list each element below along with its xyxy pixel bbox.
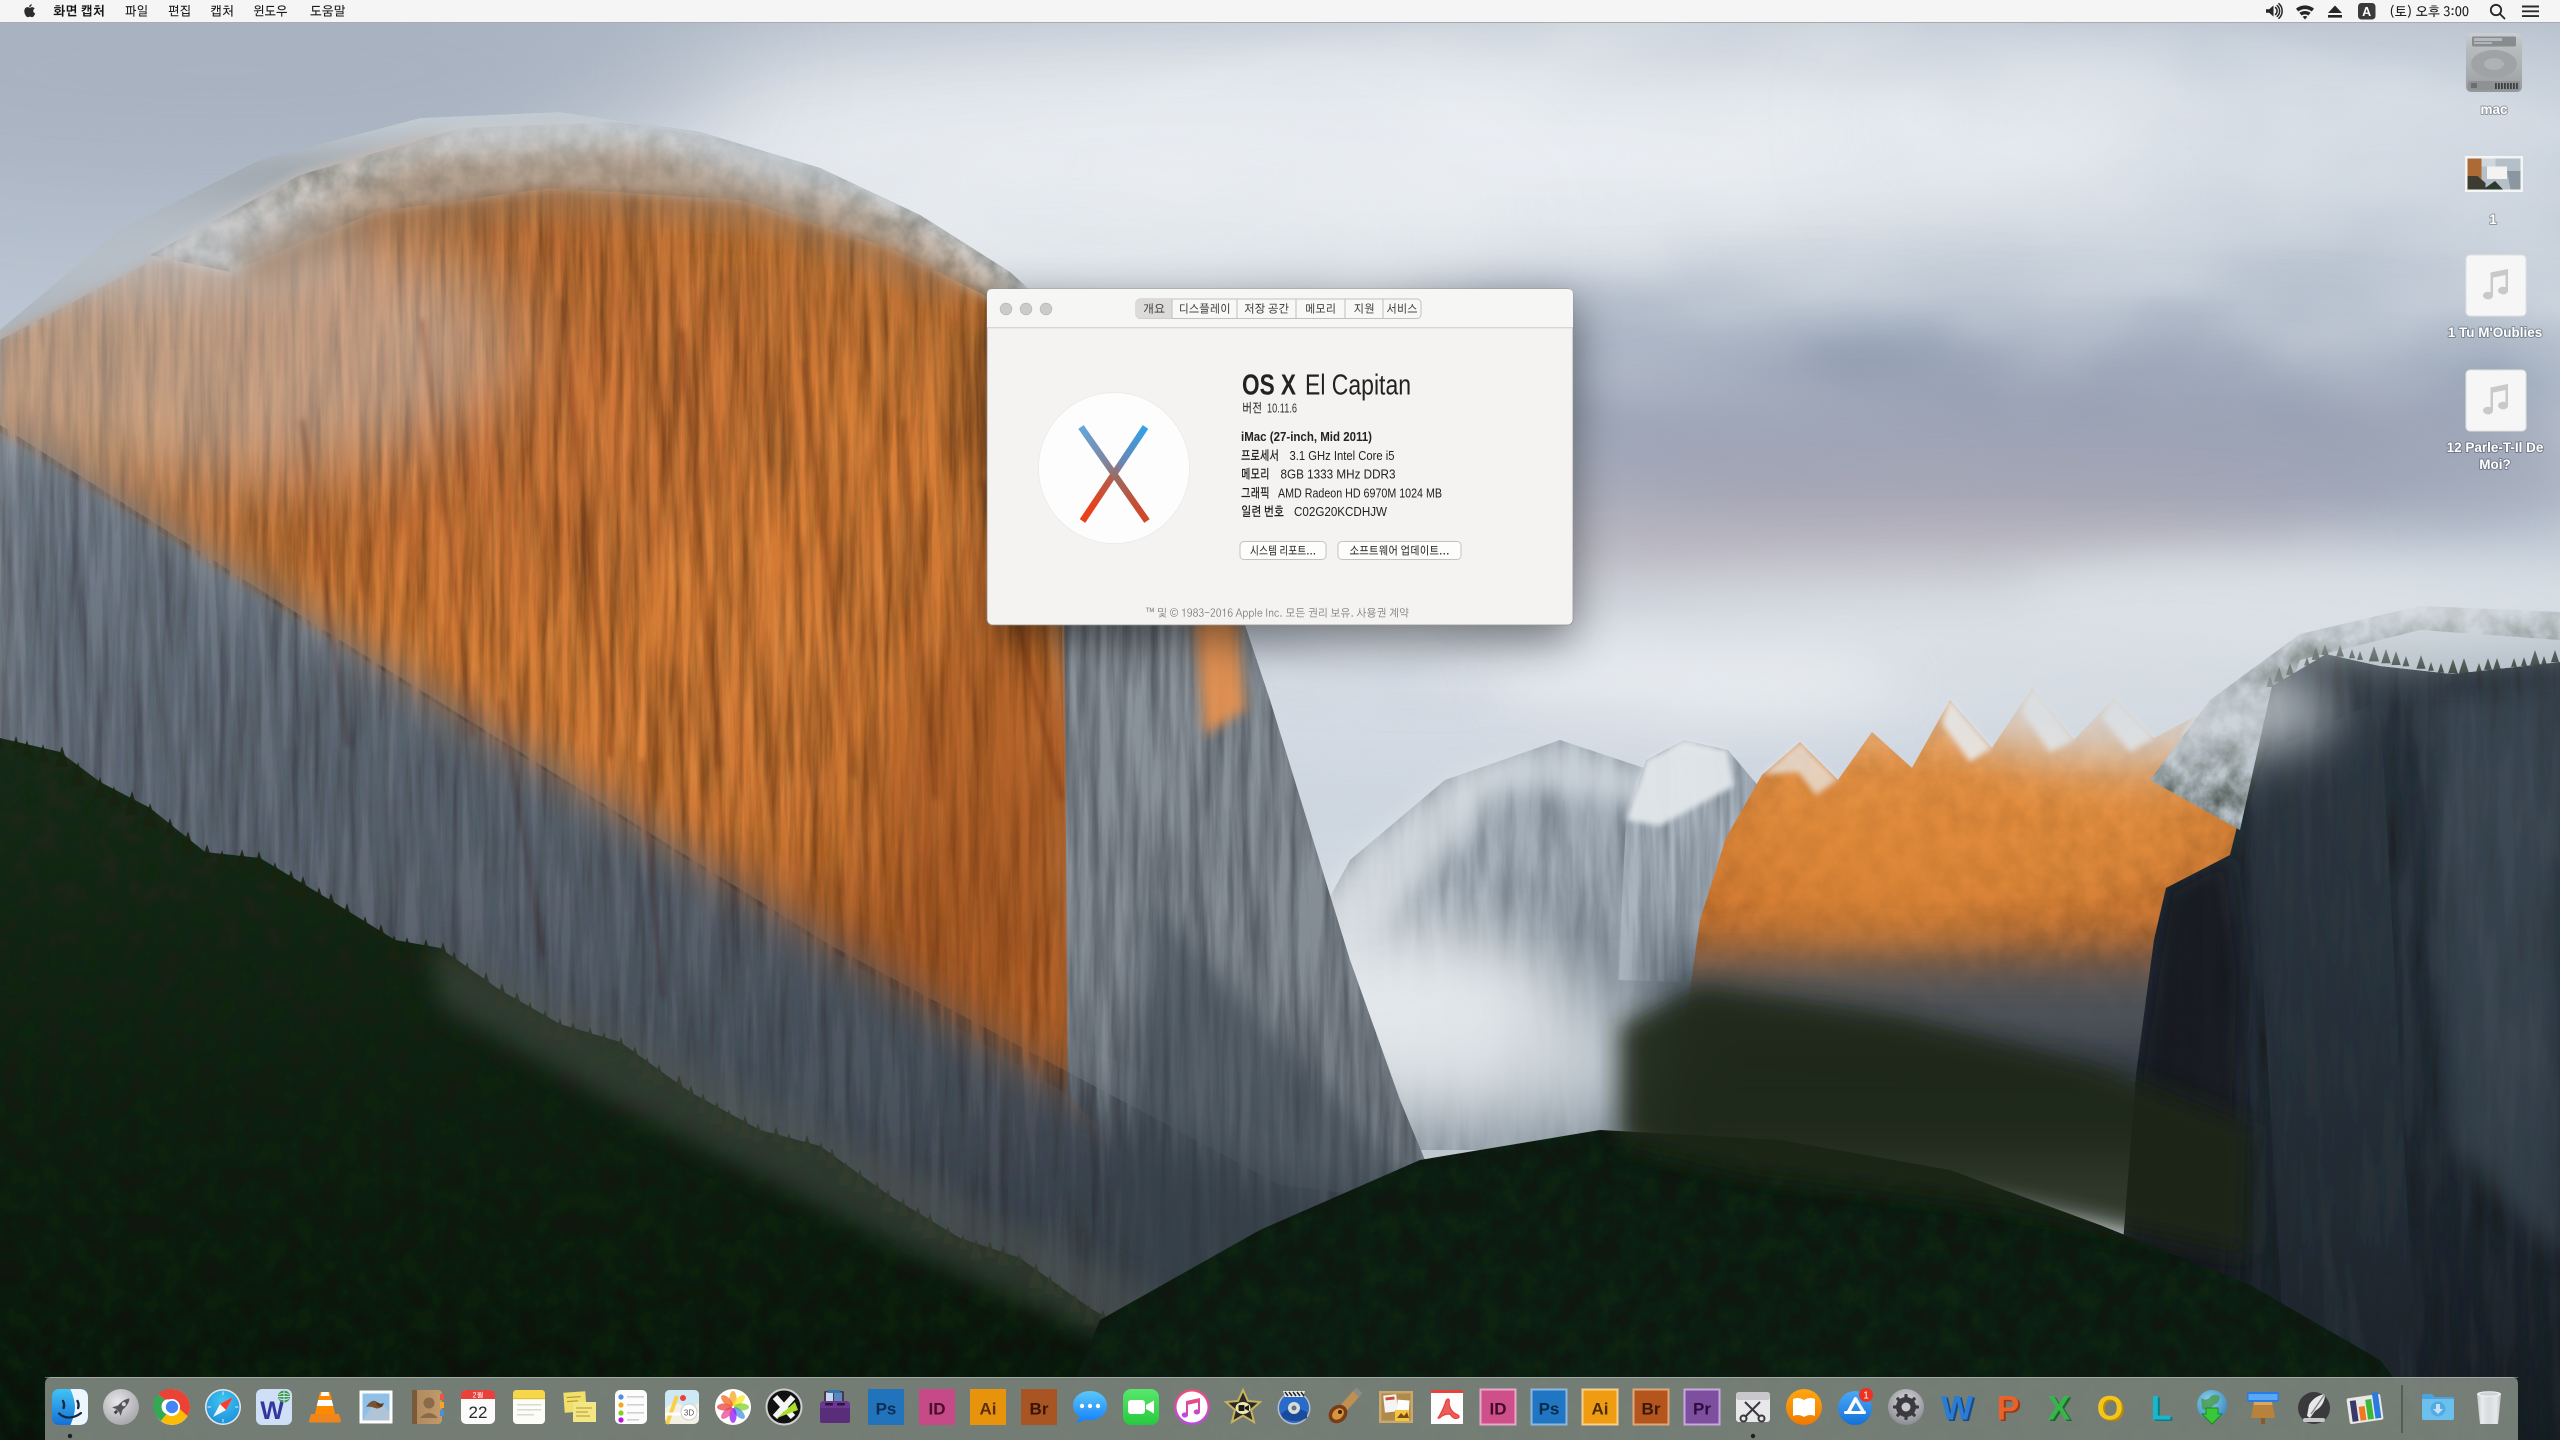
svg-text:C02G20KCDHJW: C02G20KCDHJW <box>1294 504 1388 519</box>
svg-text:L: L <box>2151 1390 2172 1428</box>
svg-text:Ps: Ps <box>1539 1400 1560 1419</box>
svg-text:Br: Br <box>1642 1400 1661 1419</box>
svg-text:El Capitan: El Capitan <box>1305 370 1411 402</box>
svg-text:A: A <box>2362 5 2371 19</box>
svg-text:iMac (27-inch, Mid 2011): iMac (27-inch, Mid 2011) <box>1241 429 1372 444</box>
svg-text:W: W <box>1941 1390 1974 1428</box>
svg-text:12 Parle-T-Il De: 12 Parle-T-Il De <box>2447 440 2544 455</box>
svg-text:Ai: Ai <box>1592 1400 1609 1419</box>
svg-text:AMD Radeon HD 6970M 1024 MB: AMD Radeon HD 6970M 1024 MB <box>1278 486 1442 501</box>
svg-text:1: 1 <box>2489 212 2497 227</box>
svg-text:ID: ID <box>929 1400 946 1419</box>
svg-text:3D: 3D <box>684 1409 694 1418</box>
svg-text:1 Tu M'Oublies: 1 Tu M'Oublies <box>2448 325 2542 340</box>
svg-text:O: O <box>2097 1390 2123 1428</box>
svg-text:22: 22 <box>469 1403 488 1422</box>
svg-text:OS X: OS X <box>1242 370 1296 402</box>
svg-text:Br: Br <box>1030 1400 1049 1419</box>
svg-text:Moi?: Moi? <box>2479 457 2511 472</box>
svg-text:10.11.6: 10.11.6 <box>1267 401 1297 416</box>
svg-text:mac: mac <box>2480 102 2508 117</box>
svg-text:1: 1 <box>1863 1391 1869 1402</box>
svg-text:P: P <box>1997 1390 2020 1428</box>
svg-text:ID: ID <box>1490 1400 1507 1419</box>
svg-text:X: X <box>2048 1390 2071 1428</box>
svg-text:3.1 GHz Intel Core i5: 3.1 GHz Intel Core i5 <box>1290 448 1395 463</box>
svg-text:8GB 1333 MHz DDR3: 8GB 1333 MHz DDR3 <box>1281 467 1396 482</box>
svg-text:Ps: Ps <box>876 1400 897 1419</box>
svg-text:Ai: Ai <box>980 1400 997 1419</box>
svg-text:Pr: Pr <box>1693 1400 1711 1419</box>
